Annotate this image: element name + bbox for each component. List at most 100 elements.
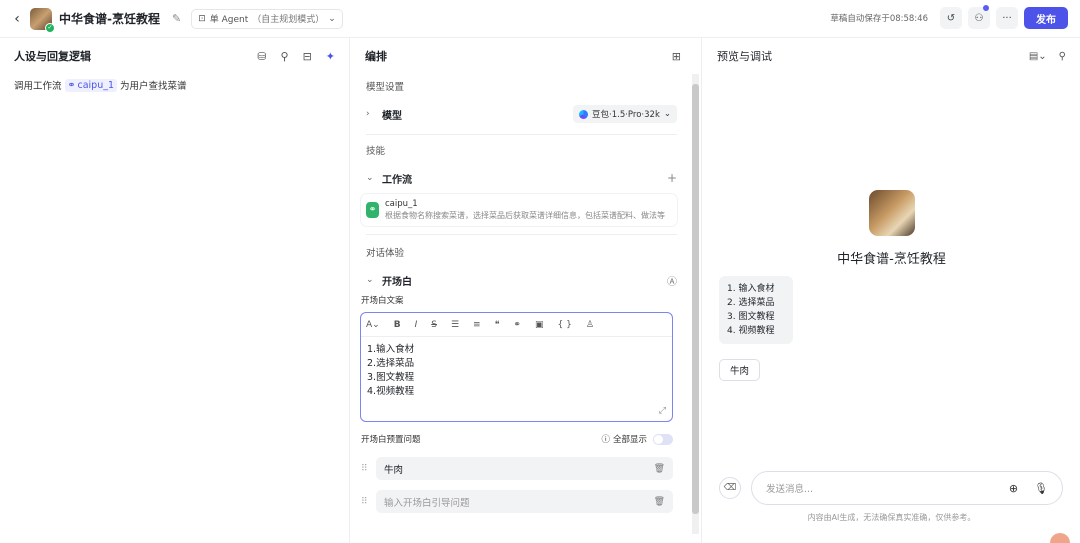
delete-icon[interactable]: 🗑 (654, 497, 665, 507)
bold-icon[interactable]: B (394, 320, 401, 330)
bubble-line: 3. 图文教程 (727, 312, 775, 322)
quote-icon[interactable]: ❝ (495, 320, 500, 330)
editor-line: 3.图文教程 (367, 372, 415, 383)
publish-button[interactable]: 发布 (1024, 7, 1068, 29)
image-icon[interactable]: ▣ (535, 320, 544, 330)
opener-editor[interactable]: A⌄ B I S ☰ ≡ ❝ ⚭ ▣ { } ♙ 1.输入食材 2.选择菜品 3… (360, 312, 673, 422)
chevron-left-icon[interactable]: ‹ (6, 11, 28, 27)
top-bar: ‹ ✓ 中华食谱-烹饪教程 ✎ ⊡ 单 Agent （自主规划模式） ⌄ 草稿自… (0, 0, 1080, 38)
drag-handle-icon[interactable]: ⠿ (361, 464, 373, 474)
workflow-node-icon: ⚭ (366, 202, 379, 218)
persona-tools: ⛁ ⚲ ⊟ ✦ (257, 50, 335, 63)
orchestration-header: 编排 ⊞ (351, 38, 701, 74)
editor-content[interactable]: 1.输入食材 2.选择菜品 3.图文教程 4.视频教程 (361, 337, 672, 405)
assistant-avatar[interactable] (1050, 533, 1070, 543)
editor-line: 4.视频教程 (367, 386, 415, 397)
dialog-section-label: 对话体验 (366, 248, 405, 259)
message-composer: ⌫ 发送消息... ⊕ 🎙 (719, 471, 1063, 505)
ai-generate-icon[interactable]: Ⓐ (667, 273, 677, 288)
microphone-icon[interactable]: 🎙 (1034, 482, 1048, 495)
message-placeholder: 发送消息... (766, 484, 814, 495)
link-icon[interactable]: ⚭ (513, 320, 521, 330)
add-circle-icon[interactable]: ⊕ (1009, 482, 1018, 495)
more-button[interactable]: ··· (996, 7, 1018, 29)
preview-header: 预览与调试 ▤⌄ ⚲ (703, 38, 1080, 74)
model-section-label: 模型设置 (366, 82, 405, 93)
chevron-down-icon: ⌄ (366, 173, 374, 183)
scrollbar[interactable] (692, 74, 699, 534)
notification-dot (983, 5, 989, 11)
scrollbar-thumb[interactable] (692, 84, 699, 514)
variable-icon[interactable]: { } (557, 320, 571, 330)
clear-history-icon[interactable]: ⌫ (719, 477, 741, 499)
preview-title: 预览与调试 (717, 50, 772, 63)
chevron-down-icon: ⌄ (366, 275, 374, 285)
opener-label: 开场白 (382, 276, 412, 288)
preset-questions-label: 开场白预置问题 (361, 435, 421, 445)
workflow-row[interactable]: ⌄ 工作流 + (351, 166, 691, 190)
doubao-logo-icon (579, 109, 589, 119)
plus-icon[interactable]: + (667, 171, 677, 185)
message-input[interactable]: 发送消息... ⊕ 🎙 (751, 471, 1063, 505)
editor-line: 2.选择菜品 (367, 358, 415, 369)
divider (366, 134, 677, 135)
preset-question: ⠿ 输入开场白引导问题 🗑 (351, 487, 691, 516)
model-value: 豆包·1.5·Pro·32k (592, 110, 660, 120)
agent-mode-select[interactable]: ⊡ 单 Agent （自主规划模式） ⌄ (191, 8, 343, 29)
font-size-icon[interactable]: A⌄ (366, 320, 380, 330)
model-row[interactable]: › 模型 豆包·1.5·Pro·32k ⌄ (351, 102, 691, 126)
template-icon[interactable]: ⊟ (303, 50, 312, 63)
top-right-actions: 草稿自动保存于08:58:46 ↺ ⚇ ··· 发布 (830, 5, 1068, 29)
database-icon[interactable]: ⛁ (257, 50, 266, 63)
opener-row[interactable]: ⌄ 开场白 Ⓐ (351, 268, 691, 292)
bubble-line: 2. 选择菜品 (727, 298, 775, 308)
model-label: 模型 (382, 110, 402, 122)
preset-question-input[interactable]: 输入开场白引导问题 🗑 (376, 490, 673, 513)
strikethrough-icon[interactable]: S (431, 320, 437, 330)
editor-toolbar: A⌄ B I S ☰ ≡ ❝ ⚭ ▣ { } ♙ (361, 313, 672, 337)
bubble-line: 4. 视频教程 (727, 326, 775, 336)
debug-icon[interactable]: ⚲ (1059, 51, 1066, 62)
orchestration-panel: 编排 ⊞ 模型设置 › 模型 豆包·1.5·Pro·32k ⌄ 技能 ⌄ 工作流… (351, 38, 702, 543)
history-button[interactable]: ↺ (940, 7, 962, 29)
collaborators-button[interactable]: ⚇ (968, 5, 990, 29)
drag-handle-icon[interactable]: ⠿ (361, 497, 373, 507)
show-all-label: 全部显示 (612, 435, 647, 445)
bullet-list-icon[interactable]: ☰ (451, 320, 459, 330)
chevron-down-icon: ⌄ (328, 13, 336, 24)
bot-name: 中华食谱-烹饪教程 (837, 252, 946, 267)
sparkle-icon[interactable]: ✦ (326, 50, 335, 63)
bot-avatar (868, 190, 915, 236)
opener-bubble: 1. 输入食材 2. 选择菜品 3. 图文教程 4. 视频教程 (719, 276, 793, 344)
skills-section-label: 技能 (366, 146, 386, 157)
persona-header: 人设与回复逻辑 ⛁ ⚲ ⊟ ✦ (0, 38, 349, 74)
composer-actions: ⊕ 🎙 (1009, 482, 1048, 495)
prompt-text: 调用工作流 (14, 81, 62, 92)
preview-panel: 预览与调试 ▤⌄ ⚲ 中华食谱-烹饪教程 1. 输入食材 2. 选择菜品 3. … (703, 38, 1080, 543)
model-select[interactable]: 豆包·1.5·Pro·32k ⌄ (573, 105, 677, 123)
suggested-question-chip[interactable]: 牛肉 (719, 359, 761, 381)
info-icon: ⓘ (601, 435, 610, 445)
lightbulb-icon[interactable]: ⚲ (281, 50, 289, 63)
bubble-line: 1. 输入食材 (727, 284, 775, 294)
workflow-tag[interactable]: ⚭ caipu_1 (64, 78, 118, 92)
italic-icon[interactable]: I (415, 320, 418, 330)
numbered-list-icon[interactable]: ≡ (473, 320, 481, 330)
preset-question: ⠿ 牛肉 🗑 (351, 454, 691, 483)
settings-doc-icon[interactable]: ▤⌄ (1029, 51, 1047, 62)
persona-prompt[interactable]: 调用工作流 ⚭ caipu_1 为用户查找菜谱 (0, 74, 349, 96)
delete-icon[interactable]: 🗑 (654, 464, 665, 474)
app-avatar[interactable]: ✓ (30, 7, 55, 33)
show-all-control: ⓘ 全部显示 (601, 433, 673, 445)
more-icon: ··· (1002, 12, 1012, 24)
workflow-desc: 根据食物名称搜索菜谱，选择菜品后获取菜谱详细信息，包括菜谱配料、做法等 (385, 211, 665, 220)
user-icon[interactable]: ♙ (586, 320, 594, 330)
show-all-toggle[interactable] (653, 433, 673, 445)
workflow-name: caipu_1 (385, 199, 418, 209)
workflow-icon: ⚭ (67, 79, 76, 91)
expand-icon[interactable]: ⤢ (659, 406, 666, 416)
layout-icon[interactable]: ⊞ (672, 50, 681, 63)
workflow-card[interactable]: ⚭ caipu_1 根据食物名称搜索菜谱，选择菜品后获取菜谱详细信息，包括菜谱配… (361, 194, 677, 226)
edit-icon[interactable]: ✎ (172, 12, 181, 25)
preset-question-input[interactable]: 牛肉 🗑 (376, 457, 673, 480)
